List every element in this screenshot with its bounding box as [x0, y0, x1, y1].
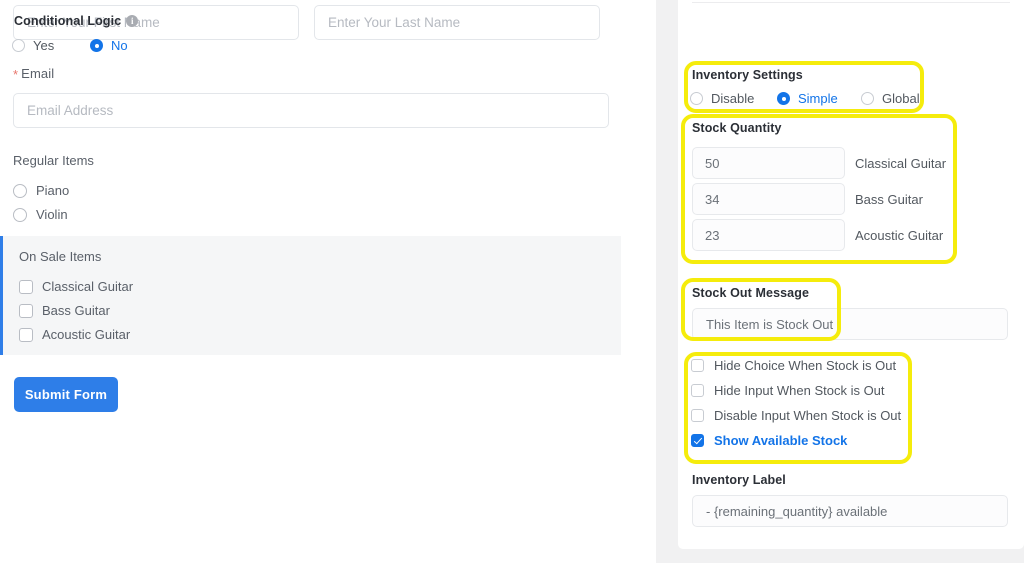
option-label: Simple [798, 91, 838, 106]
option-label: Piano [36, 183, 70, 198]
radio-unchecked-icon[interactable] [12, 39, 25, 52]
inventory-settings-options: Disable Simple Global [690, 91, 920, 106]
checkbox-unchecked-icon[interactable] [691, 358, 704, 372]
radio-unchecked-icon[interactable] [13, 183, 27, 198]
option-label: Classical Guitar [42, 279, 134, 294]
conditional-logic-title: Conditional Logic i [14, 14, 139, 28]
conditional-logic-option-no[interactable]: No [90, 38, 128, 53]
radio-unchecked-icon[interactable] [13, 207, 27, 222]
option-label: Violin [36, 207, 68, 222]
checkbox-unchecked-icon[interactable] [19, 279, 33, 294]
conditional-logic-title-text: Conditional Logic [14, 14, 122, 28]
stock-quantity-row: Bass Guitar [692, 183, 946, 215]
toggle-label: Hide Choice When Stock is Out [714, 357, 897, 373]
toggle-label: Show Available Stock [714, 432, 848, 448]
app-root: *Email Regular Items Piano Violin On Sal… [0, 0, 1024, 563]
regular-items-label: Regular Items [13, 153, 94, 168]
stock-quantity-row: Acoustic Guitar [692, 219, 946, 251]
inventory-label-title: Inventory Label [692, 473, 786, 487]
toggle-hide-input-when-stock-is-out[interactable]: Hide Input When Stock is Out [691, 382, 901, 398]
stock-toggle-list: Hide Choice When Stock is Out Hide Input… [691, 357, 901, 448]
option-label: Bass Guitar [42, 303, 110, 318]
required-asterisk-icon: * [13, 67, 19, 82]
on-sale-items-label: On Sale Items [19, 249, 102, 264]
toggle-label: Hide Input When Stock is Out [714, 382, 885, 398]
checkbox-unchecked-icon[interactable] [19, 327, 33, 342]
inventory-settings-title: Inventory Settings [692, 68, 803, 82]
inventory-label-input[interactable] [692, 495, 1008, 527]
on-sale-items-options: Classical Guitar Bass Guitar Acoustic Gu… [19, 277, 133, 344]
option-label: Yes [33, 38, 55, 53]
stock-quantity-input-bass-guitar[interactable] [692, 183, 845, 215]
on-sale-option-classical-guitar[interactable]: Classical Guitar [19, 277, 133, 296]
option-label: Acoustic Guitar [42, 327, 131, 342]
submit-form-button[interactable]: Submit Form [14, 377, 118, 412]
toggle-label: Disable Input When Stock is Out [714, 407, 902, 423]
form-preview-pane: *Email Regular Items Piano Violin On Sal… [0, 0, 656, 563]
radio-unchecked-icon[interactable] [861, 92, 874, 105]
email-label-text: Email [21, 66, 55, 81]
stock-quantity-rows: Classical Guitar Bass Guitar Acoustic Gu… [692, 147, 946, 251]
stock-quantity-input-classical-guitar[interactable] [692, 147, 845, 179]
stock-quantity-input-acoustic-guitar[interactable] [692, 219, 845, 251]
radio-checked-icon[interactable] [90, 39, 103, 52]
regular-item-option-violin[interactable]: Violin [13, 205, 69, 224]
inventory-settings-option-global[interactable]: Global [861, 91, 920, 106]
email-input[interactable] [13, 93, 609, 128]
stock-out-message-input[interactable] [692, 308, 1008, 340]
settings-panel [678, 0, 1024, 549]
regular-item-option-piano[interactable]: Piano [13, 181, 69, 200]
stock-quantity-item-name: Bass Guitar [855, 191, 923, 207]
stock-quantity-item-name: Acoustic Guitar [855, 227, 944, 243]
on-sale-option-acoustic-guitar[interactable]: Acoustic Guitar [19, 325, 133, 344]
checkbox-checked-icon[interactable] [691, 433, 704, 447]
stock-out-message-title: Stock Out Message [692, 286, 810, 300]
on-sale-items-block: On Sale Items Classical Guitar Bass Guit… [0, 236, 621, 355]
regular-items-options: Piano Violin [13, 181, 69, 224]
radio-checked-icon[interactable] [777, 92, 790, 105]
info-icon[interactable]: i [126, 15, 139, 27]
inventory-settings-option-disable[interactable]: Disable [690, 91, 777, 106]
email-label: * Email [13, 66, 54, 82]
checkbox-unchecked-icon[interactable] [691, 408, 704, 422]
conditional-logic-options: Yes No [12, 38, 128, 53]
radio-unchecked-icon[interactable] [690, 92, 703, 105]
toggle-show-available-stock[interactable]: Show Available Stock [691, 432, 901, 448]
last-name-input[interactable] [314, 5, 600, 40]
conditional-logic-option-yes[interactable]: Yes [12, 38, 90, 53]
last-name-field-wrapper [314, 5, 600, 40]
toggle-disable-input-when-stock-is-out[interactable]: Disable Input When Stock is Out [691, 407, 901, 423]
option-label: Disable [711, 91, 755, 106]
on-sale-option-bass-guitar[interactable]: Bass Guitar [19, 301, 133, 320]
toggle-hide-choice-when-stock-is-out[interactable]: Hide Choice When Stock is Out [691, 357, 901, 373]
stock-quantity-row: Classical Guitar [692, 147, 946, 179]
email-field-wrapper [13, 93, 609, 128]
option-label: No [111, 38, 128, 53]
panel-top-divider [692, 2, 1010, 3]
stock-quantity-title: Stock Quantity [692, 121, 782, 135]
inventory-settings-option-simple[interactable]: Simple [777, 91, 861, 106]
checkbox-unchecked-icon[interactable] [691, 383, 704, 397]
checkbox-unchecked-icon[interactable] [19, 303, 33, 318]
stock-quantity-item-name: Classical Guitar [855, 155, 947, 171]
option-label: Global [882, 91, 920, 106]
